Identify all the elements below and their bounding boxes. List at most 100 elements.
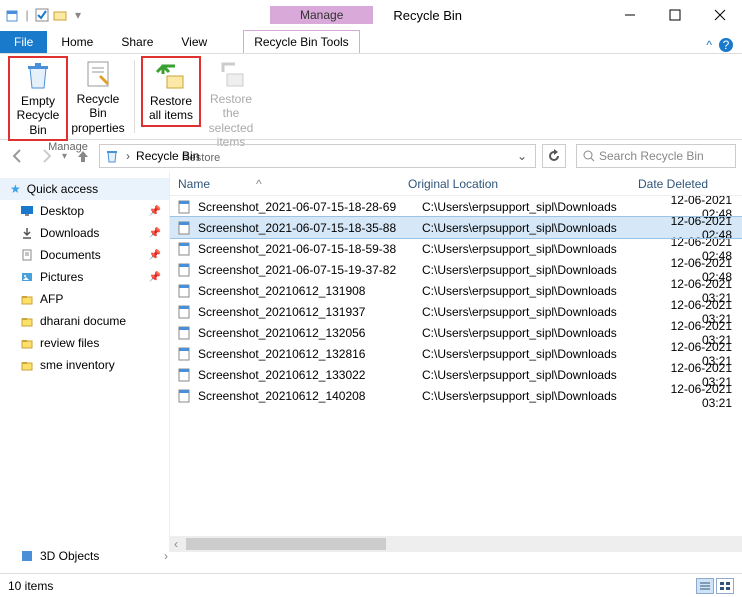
file-name: Screenshot_20210612_140208 bbox=[198, 389, 422, 403]
scrollbar-thumb[interactable] bbox=[186, 538, 386, 550]
qat-dropdown-icon[interactable]: ▾ bbox=[70, 7, 86, 23]
ribbon: Empty Recycle Bin Recycle Bin properties… bbox=[0, 54, 742, 140]
empty-recycle-bin-button[interactable]: Empty Recycle Bin bbox=[8, 56, 68, 141]
sidebar-item-pictures[interactable]: Pictures📌 bbox=[0, 266, 169, 288]
restore-all-items-button[interactable]: Restore all items bbox=[141, 56, 201, 127]
sidebar-item-dharani-docume[interactable]: dharani docume bbox=[0, 310, 169, 332]
back-button[interactable] bbox=[6, 144, 30, 168]
quick-access-label: Quick access bbox=[27, 182, 98, 196]
restore-selected-label: Restore the selected items bbox=[203, 92, 259, 150]
properties-icon bbox=[82, 58, 114, 90]
help-icon[interactable]: ? bbox=[718, 37, 734, 53]
folder-icon bbox=[20, 292, 34, 306]
folder-icon bbox=[20, 358, 34, 372]
file-name: Screenshot_20210612_131908 bbox=[198, 284, 422, 298]
col-original-location[interactable]: Original Location bbox=[400, 177, 630, 191]
file-original-location: C:\Users\erpsupport_sipl\Downloads bbox=[422, 389, 652, 403]
sort-asc-icon: ^ bbox=[256, 177, 262, 191]
file-original-location: C:\Users\erpsupport_sipl\Downloads bbox=[422, 347, 652, 361]
scroll-left-icon[interactable]: ‹ bbox=[170, 537, 182, 551]
sidebar-item-downloads[interactable]: Downloads📌 bbox=[0, 222, 169, 244]
tab-view[interactable]: View bbox=[167, 31, 221, 53]
file-name: Screenshot_2021-06-07-15-18-28-69 bbox=[198, 200, 422, 214]
empty-bin-label: Empty Recycle Bin bbox=[12, 94, 64, 137]
main-split: ★ Quick access Desktop📌Downloads📌Documen… bbox=[0, 172, 742, 552]
image-file-icon bbox=[176, 388, 192, 404]
file-name: Screenshot_2021-06-07-15-18-35-88 bbox=[198, 221, 422, 235]
image-file-icon bbox=[176, 304, 192, 320]
3d-objects-label: 3D Objects bbox=[40, 549, 99, 563]
breadcrumb[interactable]: Recycle Bin bbox=[136, 149, 199, 163]
minimize-button[interactable] bbox=[607, 0, 652, 30]
tab-home[interactable]: Home bbox=[47, 31, 107, 53]
col-date-deleted[interactable]: Date Deleted bbox=[630, 177, 742, 191]
table-row[interactable]: Screenshot_20210612_140208C:\Users\erpsu… bbox=[170, 385, 742, 406]
restore-selected-items-button[interactable]: Restore the selected items bbox=[201, 56, 261, 152]
file-original-location: C:\Users\erpsupport_sipl\Downloads bbox=[422, 305, 652, 319]
file-original-location: C:\Users\erpsupport_sipl\Downloads bbox=[422, 326, 652, 340]
sidebar-quick-access[interactable]: ★ Quick access bbox=[0, 178, 169, 200]
restore-all-icon bbox=[155, 60, 187, 92]
file-original-location: C:\Users\erpsupport_sipl\Downloads bbox=[422, 284, 652, 298]
close-button[interactable] bbox=[697, 0, 742, 30]
col-name[interactable]: Name ^ bbox=[170, 177, 400, 191]
file-original-location: C:\Users\erpsupport_sipl\Downloads bbox=[422, 263, 652, 277]
file-list-pane: Name ^ Original Location Date Deleted Sc… bbox=[170, 172, 742, 552]
tab-share[interactable]: Share bbox=[107, 31, 167, 53]
image-file-icon bbox=[176, 346, 192, 362]
chevron-right-icon[interactable]: › bbox=[164, 549, 168, 563]
download-icon bbox=[20, 226, 34, 240]
sidebar-item-sme-inventory[interactable]: sme inventory bbox=[0, 354, 169, 376]
desktop-icon bbox=[20, 204, 34, 218]
image-file-icon bbox=[176, 283, 192, 299]
file-original-location: C:\Users\erpsupport_sipl\Downloads bbox=[422, 368, 652, 382]
tab-recycle-bin-tools[interactable]: Recycle Bin Tools bbox=[243, 30, 360, 53]
sidebar-item-review-files[interactable]: review files bbox=[0, 332, 169, 354]
up-button[interactable] bbox=[71, 144, 95, 168]
item-count: 10 items bbox=[8, 579, 53, 593]
file-name: Screenshot_2021-06-07-15-19-37-82 bbox=[198, 263, 422, 277]
folder-new-icon[interactable] bbox=[52, 7, 68, 23]
quick-access-toolbar: | ▾ bbox=[0, 7, 90, 23]
address-dropdown-icon[interactable]: ⌄ bbox=[513, 149, 531, 163]
tab-file[interactable]: File bbox=[0, 31, 47, 53]
pin-icon: 📌 bbox=[149, 272, 161, 283]
details-view-button[interactable] bbox=[696, 578, 714, 594]
qat-sep: | bbox=[22, 8, 32, 22]
star-icon: ★ bbox=[10, 182, 21, 196]
checkbox-checked-icon[interactable] bbox=[34, 7, 50, 23]
properties-label: Recycle Bin properties bbox=[70, 92, 126, 135]
sidebar-item-label: AFP bbox=[40, 292, 63, 306]
address-bar[interactable]: › Recycle Bin ⌄ bbox=[99, 144, 536, 168]
sidebar-item-3d-objects[interactable]: 3D Objects › bbox=[0, 545, 170, 567]
recycle-bin-properties-button[interactable]: Recycle Bin properties bbox=[68, 56, 128, 137]
recycle-bin-icon[interactable] bbox=[4, 7, 20, 23]
window-title: Recycle Bin bbox=[393, 8, 607, 23]
file-original-location: C:\Users\erpsupport_sipl\Downloads bbox=[422, 242, 652, 256]
maximize-button[interactable] bbox=[652, 0, 697, 30]
horizontal-scrollbar[interactable]: ‹ bbox=[170, 536, 742, 552]
breadcrumb-sep-icon[interactable]: › bbox=[126, 149, 130, 163]
nav-row: ▾ › Recycle Bin ⌄ Search Recycle Bin bbox=[0, 140, 742, 172]
image-file-icon bbox=[176, 262, 192, 278]
file-rows: Screenshot_2021-06-07-15-18-28-69 C:\User… bbox=[170, 196, 742, 536]
sidebar-item-label: Downloads bbox=[40, 226, 99, 240]
folder-icon bbox=[20, 336, 34, 350]
ribbon-tabs: File Home Share View Recycle Bin Tools ^… bbox=[0, 30, 742, 54]
pin-icon: 📌 bbox=[149, 250, 161, 261]
refresh-button[interactable] bbox=[542, 144, 566, 168]
doc-icon bbox=[20, 248, 34, 262]
forward-button[interactable] bbox=[34, 144, 58, 168]
search-box[interactable]: Search Recycle Bin bbox=[576, 144, 736, 168]
sidebar-item-documents[interactable]: Documents 📌 bbox=[0, 244, 169, 266]
sidebar-item-desktop[interactable]: Desktop📌 bbox=[0, 200, 169, 222]
sidebar-item-label: Documents bbox=[40, 248, 101, 262]
recent-dropdown-icon[interactable]: ▾ bbox=[62, 151, 67, 162]
search-icon bbox=[583, 150, 595, 162]
icons-view-button[interactable] bbox=[716, 578, 734, 594]
file-date-deleted: 12-06-2021 03:21 bbox=[652, 382, 742, 410]
sidebar-item-afp[interactable]: AFP bbox=[0, 288, 169, 310]
image-file-icon bbox=[176, 241, 192, 257]
image-file-icon bbox=[176, 367, 192, 383]
ribbon-collapse-icon[interactable]: ^ bbox=[706, 38, 712, 52]
